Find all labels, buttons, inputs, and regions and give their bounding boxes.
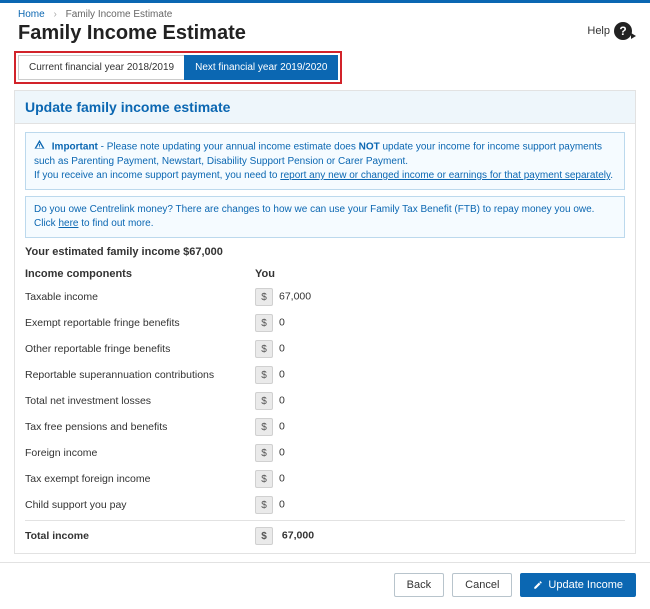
income-row: Foreign income$0 bbox=[25, 440, 625, 466]
total-value: 67,000 bbox=[282, 530, 314, 542]
estimated-income-line: Your estimated family income $67,000 bbox=[25, 246, 625, 258]
income-row: Total net investment losses$0 bbox=[25, 388, 625, 414]
currency-icon: $ bbox=[255, 392, 273, 410]
breadcrumb-home[interactable]: Home bbox=[18, 9, 45, 20]
breadcrumb: Home › Family Income Estimate bbox=[0, 3, 650, 22]
currency-icon: $ bbox=[255, 288, 273, 306]
income-value: 0 bbox=[279, 343, 285, 355]
help-label: Help bbox=[587, 25, 610, 37]
report-income-link[interactable]: report any new or changed income or earn… bbox=[280, 170, 610, 181]
update-panel: Update family income estimate Important … bbox=[14, 90, 636, 554]
currency-icon: $ bbox=[255, 314, 273, 332]
income-value: 0 bbox=[279, 447, 285, 459]
income-label: Foreign income bbox=[25, 447, 255, 459]
income-label: Taxable income bbox=[25, 291, 255, 303]
owe-link[interactable]: here bbox=[58, 218, 78, 229]
tab-next-year[interactable]: Next financial year 2019/2020 bbox=[184, 55, 338, 80]
income-label: Total net investment losses bbox=[25, 395, 255, 407]
back-button[interactable]: Back bbox=[394, 573, 444, 597]
income-row: Tax exempt foreign income$0 bbox=[25, 466, 625, 492]
total-label: Total income bbox=[25, 530, 255, 542]
income-label: Reportable superannuation contributions bbox=[25, 369, 255, 381]
total-row: Total income $ 67,000 bbox=[25, 520, 625, 549]
income-value: 0 bbox=[279, 369, 285, 381]
currency-icon: $ bbox=[255, 366, 273, 384]
currency-icon: $ bbox=[255, 418, 273, 436]
income-value: 0 bbox=[279, 499, 285, 511]
income-row: Other reportable fringe benefits$0 bbox=[25, 336, 625, 362]
panel-heading: Update family income estimate bbox=[15, 91, 635, 124]
important-label: Important bbox=[52, 142, 98, 153]
currency-icon: $ bbox=[255, 470, 273, 488]
income-row: Tax free pensions and benefits$0 bbox=[25, 414, 625, 440]
income-label: Tax free pensions and benefits bbox=[25, 421, 255, 433]
chevron-right-icon: › bbox=[53, 9, 56, 20]
currency-icon: $ bbox=[255, 527, 273, 545]
currency-icon: $ bbox=[255, 444, 273, 462]
income-row: Child support you pay$0 bbox=[25, 492, 625, 518]
warning-icon bbox=[34, 139, 45, 155]
cancel-button[interactable]: Cancel bbox=[452, 573, 512, 597]
income-value: 0 bbox=[279, 317, 285, 329]
important-notice: Important - Please note updating your an… bbox=[25, 132, 625, 190]
update-income-button[interactable]: Update Income bbox=[520, 573, 636, 597]
income-value: 67,000 bbox=[279, 291, 311, 303]
tabs-highlight: Current financial year 2018/2019 Next fi… bbox=[14, 51, 342, 84]
currency-icon: $ bbox=[255, 340, 273, 358]
tab-current-year[interactable]: Current financial year 2018/2019 bbox=[18, 55, 185, 80]
table-header: Income components You bbox=[25, 264, 625, 284]
income-label: Tax exempt foreign income bbox=[25, 473, 255, 485]
income-value: 0 bbox=[279, 421, 285, 433]
breadcrumb-current: Family Income Estimate bbox=[66, 9, 173, 20]
col-components: Income components bbox=[25, 268, 255, 280]
currency-icon: $ bbox=[255, 496, 273, 514]
income-row: Reportable superannuation contributions$… bbox=[25, 362, 625, 388]
income-row: Taxable income$67,000 bbox=[25, 284, 625, 310]
page-title: Family Income Estimate bbox=[18, 22, 246, 45]
update-income-label: Update Income bbox=[548, 579, 623, 591]
income-label: Child support you pay bbox=[25, 499, 255, 511]
income-label: Other reportable fringe benefits bbox=[25, 343, 255, 355]
help-button[interactable]: Help ? bbox=[587, 22, 632, 40]
pencil-icon bbox=[533, 580, 543, 590]
income-value: 0 bbox=[279, 473, 285, 485]
income-label: Exempt reportable fringe benefits bbox=[25, 317, 255, 329]
income-value: 0 bbox=[279, 395, 285, 407]
col-you: You bbox=[255, 268, 375, 280]
help-icon: ? bbox=[614, 22, 632, 40]
income-row: Exempt reportable fringe benefits$0 bbox=[25, 310, 625, 336]
footer-actions: Back Cancel Update Income bbox=[0, 562, 650, 609]
owe-notice: Do you owe Centrelink money? There are c… bbox=[25, 196, 625, 238]
